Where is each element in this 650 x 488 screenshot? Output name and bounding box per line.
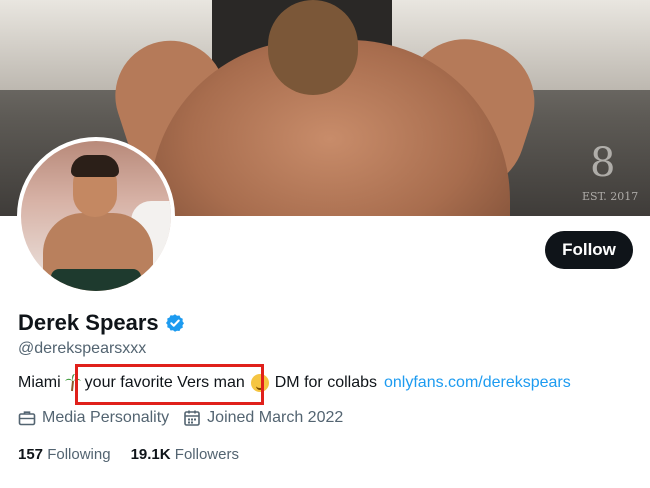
banner-est-label: EST. 2017 xyxy=(582,190,639,203)
followers-link[interactable]: 19.1K Followers xyxy=(131,446,239,463)
avatar-hair xyxy=(71,155,119,177)
follow-button[interactable]: Follow xyxy=(545,231,633,269)
bio: Miami your favorite Vers man DM for coll… xyxy=(18,374,571,392)
bio-suffix: DM for collabs xyxy=(274,374,377,391)
display-name: Derek Spears xyxy=(18,310,159,335)
following-count: 157 xyxy=(18,446,44,463)
meta-category: Media Personality xyxy=(18,409,169,427)
name-row: Derek Spears xyxy=(18,310,185,336)
bio-prefix: Miami xyxy=(18,374,61,391)
following-link[interactable]: 157 Following xyxy=(18,446,111,463)
meta-joined-label: Joined March 2022 xyxy=(207,409,344,426)
palm-tree-icon xyxy=(64,374,81,392)
avatar[interactable] xyxy=(17,137,175,295)
banner-head xyxy=(268,0,358,95)
banner-digit: 8 xyxy=(590,140,616,186)
followers-label: Followers xyxy=(174,446,239,463)
briefcase-icon xyxy=(18,411,36,426)
meta-joined: Joined March 2022 xyxy=(183,409,343,427)
profile-stats: 157 Following 19.1K Followers xyxy=(18,446,259,463)
verified-badge-icon[interactable] xyxy=(165,313,185,333)
following-label: Following xyxy=(47,446,111,463)
bio-link[interactable]: onlyfans.com/derekspears xyxy=(384,374,571,392)
avatar-shorts xyxy=(51,269,141,291)
meta-category-label: Media Personality xyxy=(42,409,170,426)
bio-highlighted-text: your favorite Vers man xyxy=(84,374,245,391)
handle: @derekspearsxxx xyxy=(18,340,147,357)
smiling-face-icon xyxy=(250,374,269,392)
calendar-icon xyxy=(184,410,200,426)
followers-count: 19.1K xyxy=(130,446,171,463)
profile-meta: Media Personality Joined March 2022 xyxy=(18,409,357,427)
